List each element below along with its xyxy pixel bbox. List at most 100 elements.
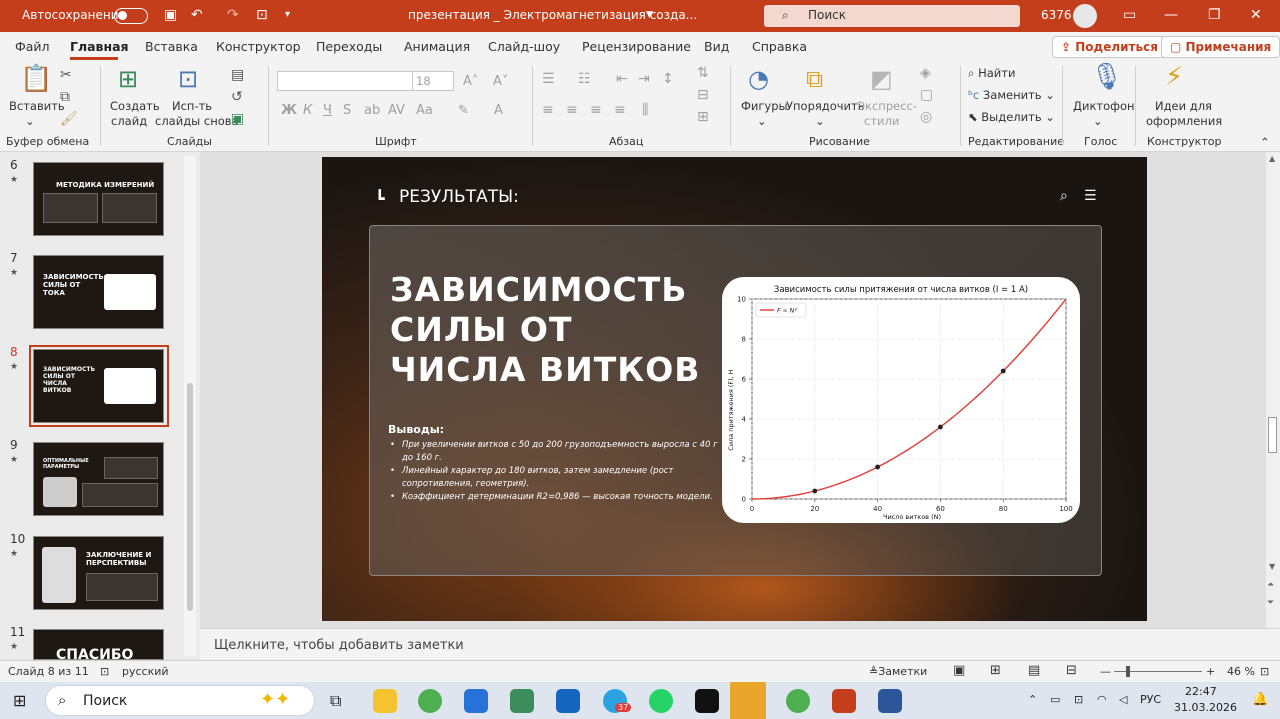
windows-start-icon[interactable]: ⊞ [13, 691, 26, 710]
redo-icon[interactable]: ↷ [227, 6, 239, 24]
change-case-icon[interactable]: Aa [416, 103, 433, 118]
cut-icon[interactable]: ✂ [60, 64, 72, 86]
replace-button[interactable]: ᵇc Заменить ⌄ [968, 88, 1055, 103]
save-icon[interactable]: ▣ [164, 6, 177, 24]
underline-icon[interactable]: Ч [323, 103, 332, 118]
content-card[interactable]: ЗАВИСИМОСТЬ СИЛЫ ОТ ЧИСЛА ВИТКОВ Выводы:… [369, 225, 1102, 576]
scroll-down-icon[interactable]: ▼ [1269, 562, 1275, 571]
select-button[interactable]: ⬉ Выделить ⌄ [968, 110, 1055, 125]
avatar[interactable] [1073, 4, 1097, 28]
new-slide-icon[interactable]: ⊞ [118, 67, 138, 91]
outdent-icon[interactable]: ⇤ [616, 72, 628, 87]
app-icon[interactable] [510, 689, 534, 713]
clock-time[interactable]: 22:47 [1185, 685, 1217, 698]
slide-thumbnail-6[interactable]: МЕТОДИКА ИЗМЕРЕНИЙ [33, 162, 164, 236]
quick-styles-icon[interactable]: ◩ [870, 67, 893, 91]
tab-design[interactable]: Конструктор [216, 39, 301, 54]
clock-date[interactable]: 31.03.2026 [1174, 701, 1237, 714]
customize-icon[interactable]: ▾ [285, 6, 290, 24]
quick-styles-label[interactable]: стили [864, 114, 899, 129]
ribbon-display-icon[interactable]: ▭ [1123, 6, 1136, 24]
task-view-icon[interactable]: ⧉ [330, 691, 341, 711]
volume-icon[interactable]: ◁ [1119, 693, 1127, 706]
notes-pane[interactable]: Щелкните, чтобы добавить заметки [200, 628, 1280, 660]
text-direction-icon[interactable]: ⇅ [697, 66, 709, 81]
strikethrough-icon[interactable]: S [343, 103, 351, 118]
italic-icon[interactable]: К [303, 103, 312, 118]
undo-icon[interactable]: ↶ [191, 6, 203, 24]
tab-home[interactable]: Главная [70, 39, 129, 54]
canvas-scrollbar[interactable]: ▲ ▼ ⏶ ⏷ [1266, 152, 1280, 628]
notes-placeholder[interactable]: Щелкните, чтобы добавить заметки [214, 638, 464, 653]
conclusions-title[interactable]: Выводы: [388, 423, 444, 436]
align-left-icon[interactable]: ≡ [542, 103, 554, 118]
slide-header[interactable]: РЕЗУЛЬТАТЫ: [399, 187, 519, 207]
dictate-dropdown-icon[interactable]: ⌄ [1093, 114, 1103, 129]
chart-image[interactable]: Зависимость силы притяжения от числа вит… [722, 277, 1080, 523]
slide-sorter-icon[interactable]: ⊞ [990, 663, 1001, 678]
columns-icon[interactable]: ⫼ [642, 103, 648, 118]
present-icon[interactable]: ⊡ [256, 6, 268, 24]
title-chevron-icon[interactable]: ▼ [646, 6, 653, 24]
tray-chevron-icon[interactable]: ⌃ [1028, 693, 1037, 706]
panel-scrollbar[interactable] [184, 156, 196, 656]
accessibility-icon[interactable]: ⊡ [100, 665, 109, 678]
slide-thumbnail-7[interactable]: ЗАВИСИМОСТЬ СИЛЫ ОТ ТОКА [33, 255, 164, 329]
reading-view-icon[interactable]: ▤ [1028, 663, 1040, 678]
paste-dropdown-icon[interactable]: ⌄ [25, 114, 35, 129]
new-slide-dropdown[interactable]: слайд [111, 114, 147, 129]
chrome-icon[interactable] [786, 689, 810, 713]
arrange-icon[interactable]: ⧉ [806, 67, 823, 91]
outlook-icon[interactable] [556, 689, 580, 713]
shape-outline-icon[interactable]: ▢ [920, 88, 933, 103]
search-box[interactable]: ⌕ Поиск [764, 5, 1020, 27]
justify-icon[interactable]: ≡ [614, 103, 626, 118]
zoom-level[interactable]: 46 % [1227, 665, 1255, 678]
bold-icon[interactable]: Ж [281, 103, 297, 118]
slideshow-icon[interactable]: ⊟ [1066, 663, 1077, 678]
zoom-out-icon[interactable]: — [1100, 665, 1111, 678]
paste-icon[interactable]: 📋 [20, 66, 52, 92]
tab-help[interactable]: Справка [752, 39, 807, 54]
arrange-dropdown-icon[interactable]: ⌄ [815, 114, 825, 129]
shapes-icon[interactable]: ◔ [748, 67, 769, 91]
bullets-icon[interactable]: ☰ [542, 72, 555, 87]
designer-label[interactable]: оформления [1146, 114, 1222, 129]
telegram-icon[interactable]: 37 [603, 689, 632, 713]
tab-review[interactable]: Рецензирование [582, 39, 691, 54]
scrollbar-thumb[interactable] [1268, 417, 1277, 453]
normal-view-icon[interactable]: ▣ [953, 663, 965, 678]
close-icon[interactable]: ✕ [1250, 6, 1262, 24]
slide[interactable]: ┗ РЕЗУЛЬТАТЫ: ⌕ ☰ ЗАВИСИМОСТЬ СИЛЫ ОТ ЧИ… [322, 157, 1147, 621]
tab-file[interactable]: Файл [15, 39, 50, 54]
shape-fill-icon[interactable]: ◈ [920, 66, 931, 81]
slide-canvas[interactable]: ┗ РЕЗУЛЬТАТЫ: ⌕ ☰ ЗАВИСИМОСТЬ СИЛЫ ОТ ЧИ… [200, 152, 1280, 628]
paste-button[interactable]: Вставить [9, 99, 65, 114]
file-explorer-icon[interactable] [373, 689, 397, 713]
language-indicator[interactable]: РУС [1140, 693, 1161, 706]
find-button[interactable]: ⌕ Найти [968, 66, 1015, 81]
dictate-button[interactable]: Диктофон [1073, 99, 1135, 114]
word-icon[interactable] [878, 689, 902, 713]
designer-icon[interactable]: ⚡ [1165, 64, 1183, 90]
format-painter-icon[interactable]: 🖌 [60, 108, 78, 130]
tab-insert[interactable]: Вставка [145, 39, 198, 54]
scroll-up-icon[interactable]: ▲ [1269, 154, 1275, 163]
copy-icon[interactable]: ⧉ [60, 86, 70, 108]
previous-slide-icon[interactable]: ⏶ [1267, 580, 1274, 590]
reuse-slides-icon[interactable]: ⊡ [178, 67, 198, 91]
store-icon[interactable] [464, 689, 488, 713]
tab-view[interactable]: Вид [704, 39, 729, 54]
active-app-highlight[interactable] [730, 682, 766, 719]
align-text-icon[interactable]: ⊟ [697, 88, 709, 103]
slide-thumbnail-11[interactable]: СПАСИБО [33, 629, 164, 660]
fit-slide-icon[interactable]: ⊡ [1260, 665, 1269, 678]
autosave-toggle[interactable] [114, 8, 148, 24]
app-icon[interactable] [695, 689, 719, 713]
zoom-in-icon[interactable]: + [1206, 665, 1215, 678]
microphone-icon[interactable]: 🎙 [1090, 64, 1123, 90]
tab-animations[interactable]: Анимация [404, 39, 470, 54]
slide-thumbnails-panel[interactable]: 6 ★ МЕТОДИКА ИЗМЕРЕНИЙ 7 ★ ЗАВИСИМОСТЬ С… [0, 152, 200, 660]
line-spacing-icon[interactable]: ↕ [662, 72, 674, 87]
conclusions-list[interactable]: При увеличении витков с 50 до 200 грузоп… [388, 439, 718, 505]
